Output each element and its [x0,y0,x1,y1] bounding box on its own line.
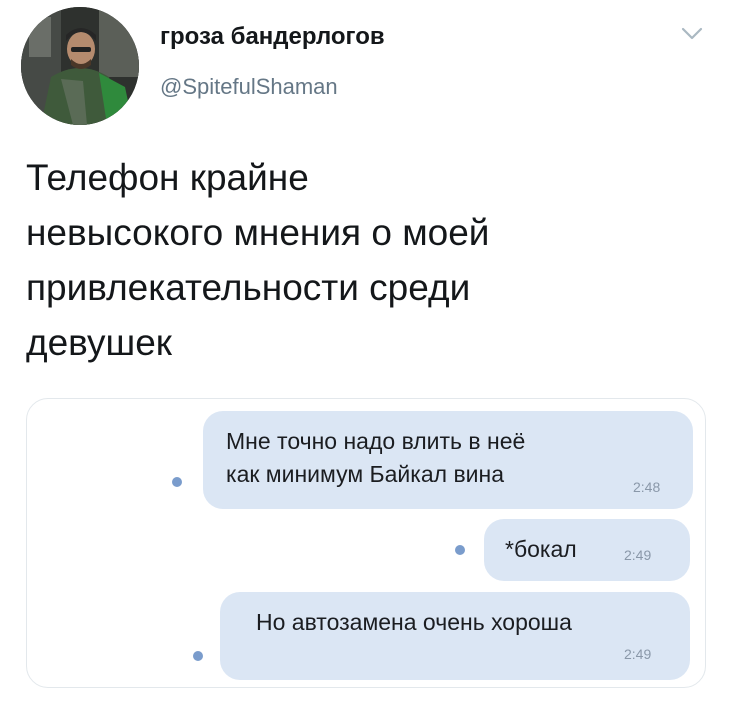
message-bubble: Мне точно надо влить в неё как минимум Б… [203,411,693,509]
message-text: как минимум Байкал вина [226,461,504,487]
unread-dot-icon [172,477,182,487]
tweet-text-line: привлекательности среди [26,267,471,308]
message-bubble: *бокал 2:49 [484,519,690,581]
unread-dot-icon [455,545,465,555]
chevron-down-icon[interactable] [680,26,704,42]
author-handle[interactable]: @SpitefulShaman [160,74,338,100]
avatar-photo [21,7,139,125]
message-text: Но автозамена очень хороша [256,609,572,635]
tweet-text-line: девушек [26,322,172,363]
unread-dot-icon [193,651,203,661]
attached-image-chat-screenshot[interactable]: Мне точно надо влить в неё как минимум Б… [26,398,706,688]
message-text: Мне точно надо влить в неё [226,428,526,454]
message-bubble: Но автозамена очень хороша 2:49 [220,592,690,680]
author-name[interactable]: гроза бандерлогов [160,23,385,51]
message-time: 2:49 [624,547,652,563]
message-time: 2:48 [633,479,661,495]
avatar[interactable] [21,7,139,125]
tweet-text-line: невысокого мнения о моей [26,212,490,253]
tweet-text-line: Телефон крайне [26,157,309,198]
message-time: 2:49 [624,646,652,662]
message-text: *бокал [505,536,577,562]
tweet-text: Телефон крайне невысокого мнения о моей … [26,150,706,370]
